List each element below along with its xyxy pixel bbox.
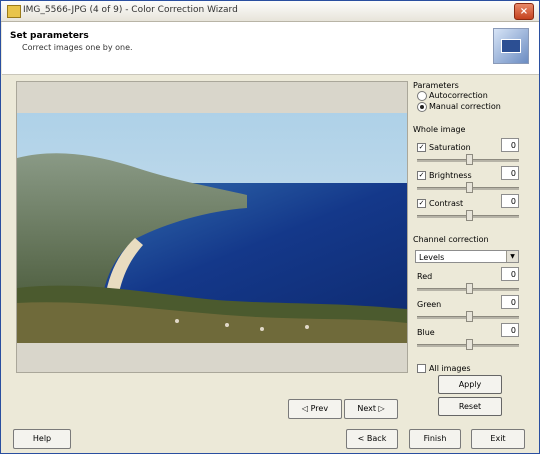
contrast-label: Contrast — [429, 199, 464, 208]
brightness-label: Brightness — [429, 171, 472, 180]
saturation-label: Saturation — [429, 143, 471, 152]
channel-correction-label: Channel correction — [413, 235, 489, 244]
back-button[interactable]: < Back — [346, 429, 398, 449]
green-value[interactable]: 0 — [501, 295, 519, 309]
green-slider-thumb[interactable] — [466, 311, 473, 322]
blue-slider-thumb[interactable] — [466, 339, 473, 350]
coastal-bay-photo — [17, 113, 407, 343]
contrast-checkbox[interactable]: ✓ — [417, 199, 426, 208]
page-title: Set parameters — [10, 31, 89, 41]
channel-select[interactable]: Levels ▼ — [415, 250, 519, 263]
contrast-slider-thumb[interactable] — [466, 210, 473, 221]
red-label: Red — [417, 272, 433, 281]
brightness-slider-thumb[interactable] — [466, 182, 473, 193]
prev-button[interactable]: ◁ Prev — [288, 399, 342, 419]
wizard-monitor-icon — [493, 28, 529, 64]
autocorrection-label: Autocorrection — [429, 91, 488, 100]
wizard-window: IMG_5566-JPG (4 of 9) - Color Correction… — [0, 0, 540, 454]
apply-button[interactable]: Apply — [438, 375, 502, 394]
app-icon — [7, 5, 21, 18]
contrast-value[interactable]: 0 — [501, 194, 519, 208]
parameters-label: Parameters — [413, 81, 459, 90]
whole-image-label: Whole image — [413, 125, 466, 134]
saturation-slider-thumb[interactable] — [466, 154, 473, 165]
title-bar[interactable]: IMG_5566-JPG (4 of 9) - Color Correction… — [1, 1, 539, 22]
finish-button[interactable]: Finish — [409, 429, 461, 449]
page-subtitle: Correct images one by one. — [22, 43, 133, 52]
autocorrection-radio[interactable] — [417, 91, 427, 101]
all-images-checkbox[interactable] — [417, 364, 426, 373]
green-label: Green — [417, 300, 442, 309]
wizard-header: Set parameters Correct images one by one… — [2, 22, 539, 75]
red-value[interactable]: 0 — [501, 267, 519, 281]
manual-correction-radio[interactable] — [417, 102, 427, 112]
brightness-checkbox[interactable]: ✓ — [417, 171, 426, 180]
next-button[interactable]: Next ▷ — [344, 399, 398, 419]
blue-label: Blue — [417, 328, 435, 337]
reset-button[interactable]: Reset — [438, 397, 502, 416]
red-slider-thumb[interactable] — [466, 283, 473, 294]
brightness-value[interactable]: 0 — [501, 166, 519, 180]
help-button[interactable]: Help — [13, 429, 71, 449]
exit-button[interactable]: Exit — [471, 429, 525, 449]
window-title: IMG_5566-JPG (4 of 9) - Color Correction… — [23, 5, 238, 15]
saturation-value[interactable]: 0 — [501, 138, 519, 152]
blue-value[interactable]: 0 — [501, 323, 519, 337]
saturation-checkbox[interactable]: ✓ — [417, 143, 426, 152]
all-images-label: All images — [429, 364, 471, 373]
chevron-down-icon[interactable]: ▼ — [506, 251, 518, 262]
close-button[interactable]: × — [514, 3, 534, 20]
channel-select-value: Levels — [419, 253, 445, 262]
preview-panel — [16, 81, 408, 373]
manual-correction-label: Manual correction — [429, 102, 501, 111]
